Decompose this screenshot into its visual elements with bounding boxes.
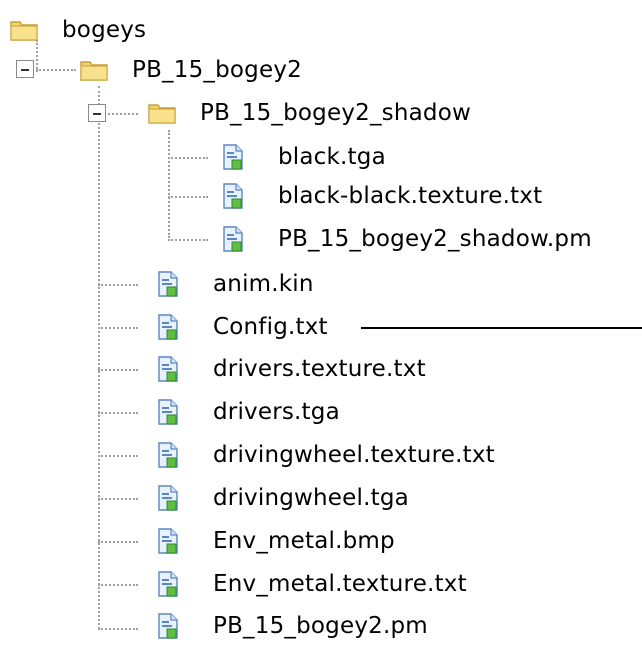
file-icon bbox=[222, 183, 244, 209]
file-icon bbox=[222, 144, 244, 170]
tree-node-bogeys[interactable]: bogeys bbox=[10, 10, 146, 50]
tree-line-drivingwheel-texture bbox=[98, 455, 138, 457]
tree-node-label: anim.kin bbox=[213, 271, 314, 297]
tree-node-label: drivers.texture.txt bbox=[213, 356, 426, 382]
tree-line-anim-kin bbox=[98, 284, 138, 286]
tree-node-label: bogeys bbox=[62, 17, 147, 43]
tree-node-label: PB_15_bogey2_shadow.pm bbox=[278, 226, 592, 252]
file-icon bbox=[157, 613, 179, 639]
file-icon bbox=[157, 571, 179, 597]
tree-line-env-metal-texture bbox=[98, 584, 138, 586]
tree-node-label: black.tga bbox=[278, 144, 386, 170]
tree-node-pb15-bogey2-shadow-pm[interactable]: PB_15_bogey2_shadow.pm bbox=[222, 219, 592, 259]
file-icon bbox=[157, 399, 179, 425]
tree-line-pb15-bogey2-pm bbox=[98, 628, 138, 630]
tree-node-pb15-bogey2[interactable]: PB_15_bogey2 bbox=[80, 50, 302, 90]
tree-node-drivers-tga[interactable]: drivers.tga bbox=[157, 392, 340, 432]
tree-node-label: Env_metal.texture.txt bbox=[213, 571, 467, 597]
tree-node-config-txt[interactable]: Config.txt bbox=[157, 307, 328, 347]
tree-line-pb15-bogey2-children bbox=[98, 86, 100, 629]
tree-line-black-black-texture bbox=[168, 196, 208, 198]
tree-node-label: black-black.texture.txt bbox=[278, 183, 543, 209]
tree-line-pb15-shadow bbox=[108, 113, 138, 115]
expand-collapse-pb15-shadow[interactable] bbox=[88, 104, 106, 122]
file-icon bbox=[157, 528, 179, 554]
tree-node-pb15-bogey2-pm[interactable]: PB_15_bogey2.pm bbox=[157, 606, 428, 646]
tree-line-black-tga bbox=[168, 157, 208, 159]
tree-node-label: PB_15_bogey2 bbox=[132, 57, 302, 83]
tree-node-label: Env_metal.bmp bbox=[213, 528, 395, 554]
tree-node-drivingwheel-texture-txt[interactable]: drivingwheel.texture.txt bbox=[157, 435, 495, 475]
expand-collapse-pb15-bogey2[interactable] bbox=[16, 60, 34, 78]
tree-node-drivers-texture-txt[interactable]: drivers.texture.txt bbox=[157, 349, 426, 389]
file-icon bbox=[157, 271, 179, 297]
tree-node-label: drivers.tga bbox=[213, 399, 340, 425]
file-icon bbox=[157, 356, 179, 382]
tree-line-shadow-pm bbox=[168, 239, 208, 241]
file-tree: bogeys PB_15_bogey2 PB_15_bogey2_shadow bbox=[0, 0, 642, 642]
tree-line-drivers-tga bbox=[98, 412, 138, 414]
tree-node-label: drivingwheel.tga bbox=[213, 485, 409, 511]
tree-node-label: PB_15_bogey2.pm bbox=[213, 613, 428, 639]
callout-pointer-line bbox=[361, 327, 642, 329]
tree-line-env-metal-bmp bbox=[98, 541, 138, 543]
file-icon bbox=[157, 314, 179, 340]
tree-node-label: PB_15_bogey2_shadow bbox=[200, 100, 472, 126]
tree-line-drivingwheel-tga bbox=[98, 498, 138, 500]
file-icon bbox=[157, 442, 179, 468]
tree-line-shadow-children bbox=[168, 130, 170, 238]
folder-icon bbox=[10, 18, 38, 42]
tree-node-black-tga[interactable]: black.tga bbox=[222, 137, 386, 177]
tree-node-label: drivingwheel.texture.txt bbox=[213, 442, 495, 468]
tree-node-pb15-bogey2-shadow[interactable]: PB_15_bogey2_shadow bbox=[148, 93, 471, 133]
tree-node-anim-kin[interactable]: anim.kin bbox=[157, 264, 314, 304]
file-icon bbox=[157, 485, 179, 511]
folder-icon bbox=[148, 101, 176, 125]
tree-node-label: Config.txt bbox=[213, 314, 328, 340]
tree-node-env-metal-texture-txt[interactable]: Env_metal.texture.txt bbox=[157, 564, 467, 604]
tree-line-drivers-texture bbox=[98, 369, 138, 371]
folder-icon bbox=[80, 58, 108, 82]
tree-node-black-black-texture[interactable]: black-black.texture.txt bbox=[222, 176, 542, 216]
tree-node-env-metal-bmp[interactable]: Env_metal.bmp bbox=[157, 521, 395, 561]
tree-node-drivingwheel-tga[interactable]: drivingwheel.tga bbox=[157, 478, 409, 518]
tree-line-config-txt bbox=[98, 327, 138, 329]
tree-line-pb15-bogey2 bbox=[36, 69, 76, 71]
file-icon bbox=[222, 226, 244, 252]
